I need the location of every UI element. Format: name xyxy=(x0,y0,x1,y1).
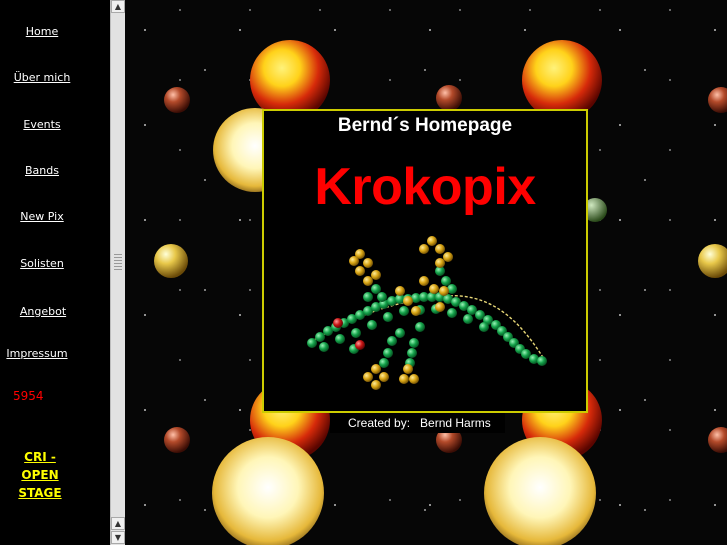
bead xyxy=(377,292,387,302)
nav-link-impressum[interactable]: Impressum xyxy=(0,347,79,360)
cri-open-stage-link[interactable]: CRI - OPEN STAGE xyxy=(8,448,72,502)
bead xyxy=(419,276,429,286)
bead xyxy=(403,296,413,306)
scroll-down-arrow-icon[interactable]: ▼ xyxy=(111,531,125,544)
bead xyxy=(333,318,343,328)
bead xyxy=(479,322,489,332)
bead xyxy=(395,286,405,296)
bead xyxy=(443,252,453,262)
credit-line: Created by: Bernd Harms xyxy=(330,413,505,433)
bead xyxy=(463,314,473,324)
nav-link-home[interactable]: Home xyxy=(0,25,84,38)
bead xyxy=(441,276,451,286)
bead xyxy=(387,336,397,346)
bead xyxy=(363,292,373,302)
bead xyxy=(335,334,345,344)
bead xyxy=(383,312,393,322)
bead xyxy=(399,306,409,316)
bead xyxy=(371,284,381,294)
bead xyxy=(349,256,359,266)
scroll-up-arrow-icon[interactable]: ▲ xyxy=(111,0,125,13)
bead xyxy=(415,322,425,332)
nav-link-solisten[interactable]: Solisten xyxy=(0,257,84,270)
nav-link-events[interactable]: Events xyxy=(0,118,84,131)
bead xyxy=(399,374,409,384)
bead xyxy=(383,348,393,358)
bead xyxy=(367,320,377,330)
bead xyxy=(307,338,317,348)
bead xyxy=(355,340,365,350)
bead xyxy=(409,338,419,348)
bead xyxy=(407,348,417,358)
visitor-counter: 5954 xyxy=(13,389,44,403)
bead xyxy=(447,308,457,318)
nav-link-angebot[interactable]: Angebot xyxy=(1,305,85,318)
bead xyxy=(351,328,361,338)
bead xyxy=(363,372,373,382)
nav-link-new-pix[interactable]: New Pix xyxy=(0,210,84,223)
bead xyxy=(435,302,445,312)
bead xyxy=(379,372,389,382)
bead xyxy=(395,328,405,338)
bead xyxy=(371,380,381,390)
bead xyxy=(439,286,449,296)
bead xyxy=(409,374,419,384)
bead xyxy=(537,356,547,366)
bead xyxy=(435,258,445,268)
bead xyxy=(427,236,437,246)
bead xyxy=(429,284,439,294)
nav-link-bands[interactable]: Bands xyxy=(0,164,84,177)
bead xyxy=(419,244,429,254)
bead xyxy=(371,364,381,374)
bead xyxy=(379,358,389,368)
bead xyxy=(371,270,381,280)
bead xyxy=(435,244,445,254)
homepage-banner: Bernd´s Homepage Krokopix xyxy=(262,109,588,413)
bead xyxy=(315,332,325,342)
bead-lizard-image xyxy=(307,236,547,390)
scroll-up-arrow-icon[interactable]: ▲ xyxy=(111,517,125,530)
bead xyxy=(363,276,373,286)
sidebar-scrollbar[interactable]: ▲ ▲ ▼ xyxy=(110,0,125,545)
sidebar-nav: Home Über mich Events Bands New Pix Soli… xyxy=(0,0,110,545)
scrollbar-grip[interactable] xyxy=(114,254,122,272)
nav-link-ueber-mich[interactable]: Über mich xyxy=(0,71,84,84)
bead xyxy=(363,258,373,268)
bead xyxy=(319,342,329,352)
bead xyxy=(403,364,413,374)
main-content: Bernd´s Homepage Krokopix Created by: Be… xyxy=(125,0,727,545)
bead xyxy=(355,266,365,276)
bead xyxy=(411,306,421,316)
